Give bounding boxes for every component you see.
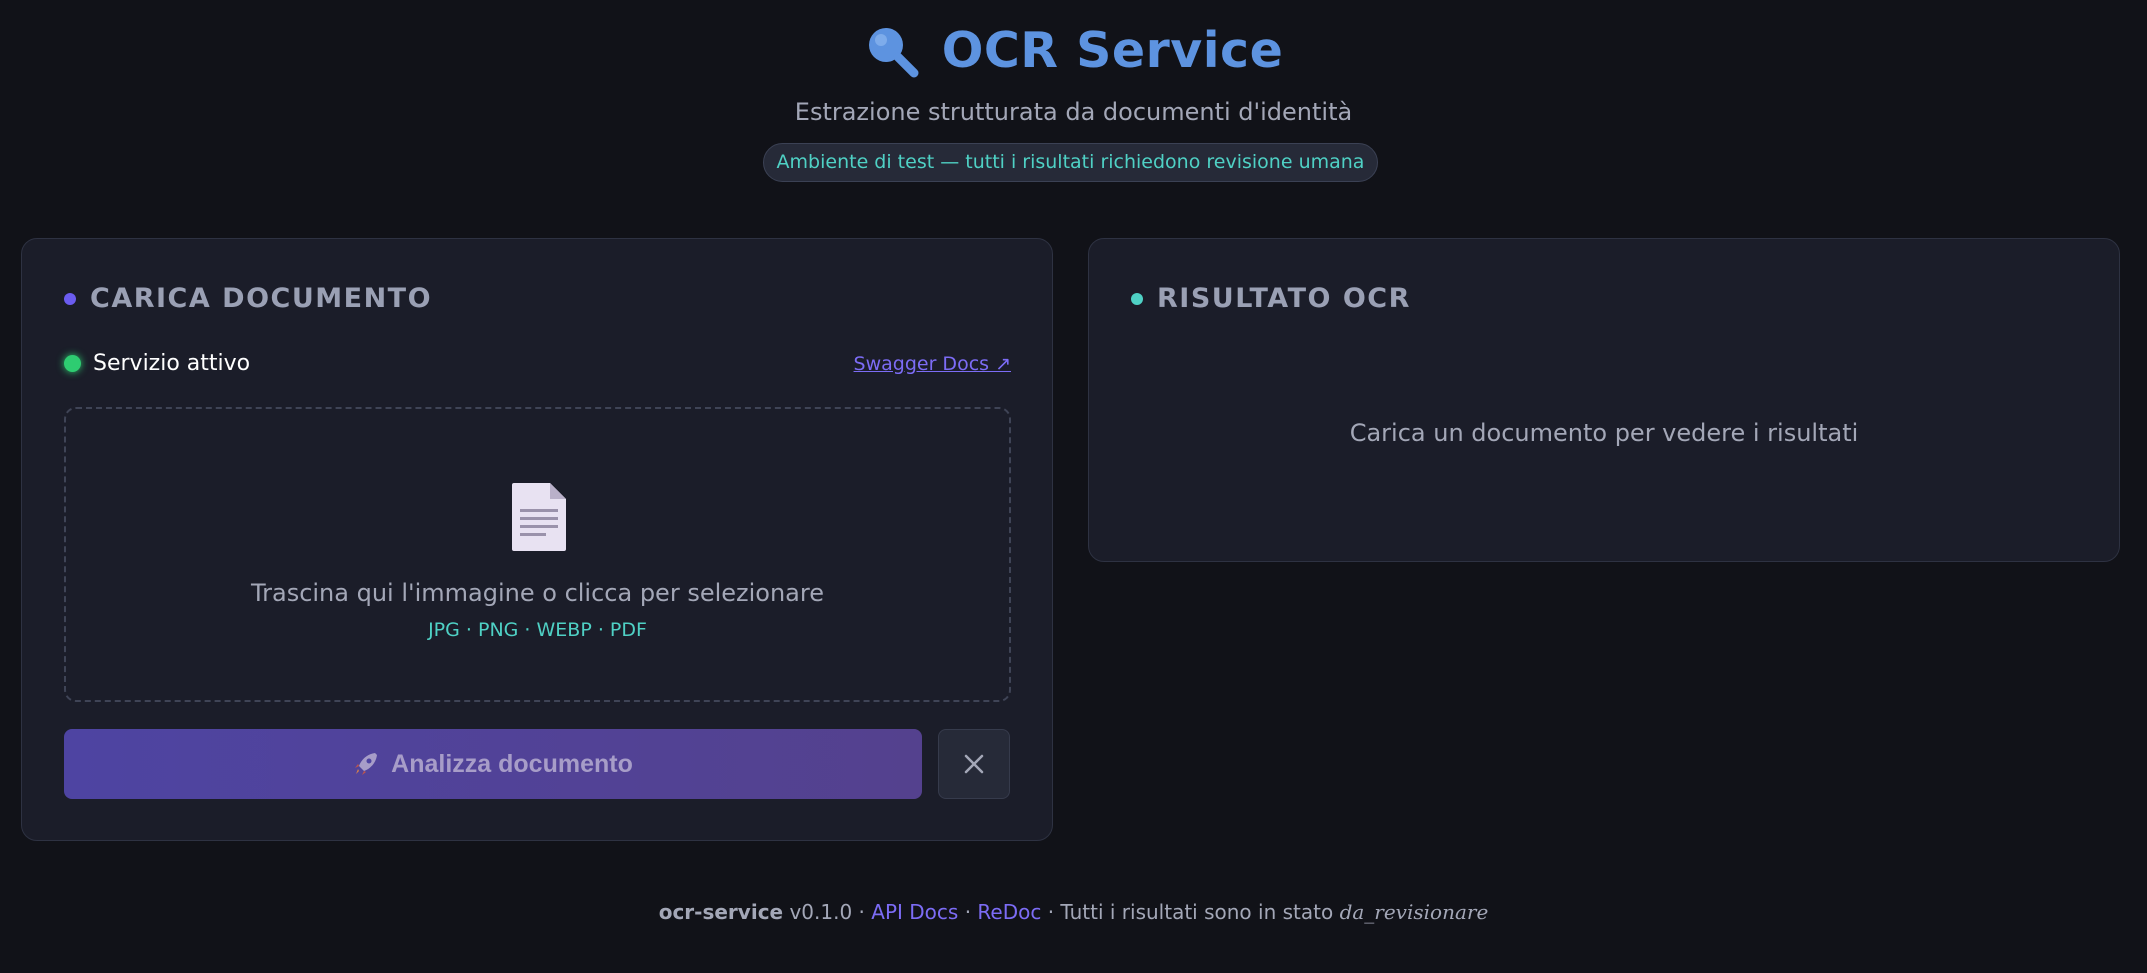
result-empty-message: Carica un documento per vedere i risulta… <box>1349 419 1859 447</box>
title-row: OCR Service <box>0 22 2147 79</box>
footer-separator: · <box>958 900 978 924</box>
result-panel-heading: RISULTATO OCR <box>1131 283 1411 314</box>
clear-button[interactable] <box>938 729 1010 799</box>
magnifier-icon <box>868 27 919 77</box>
upload-panel: CARICA DOCUMENTO Servizio attivo Swagger… <box>21 238 1053 841</box>
close-icon <box>964 754 984 774</box>
redoc-link[interactable]: ReDoc <box>977 900 1041 924</box>
result-panel-title: RISULTATO OCR <box>1157 283 1411 314</box>
document-icon <box>512 483 566 551</box>
page-subtitle: Estrazione strutturata da documenti d'id… <box>794 98 1353 126</box>
result-panel: RISULTATO OCR Carica un documento per ve… <box>1088 238 2120 562</box>
api-docs-link[interactable]: API Docs <box>871 900 958 924</box>
heading-dot-icon <box>64 292 76 305</box>
footer-state-value: da_revisionare <box>1339 900 1489 924</box>
status-text: Servizio attivo <box>93 351 251 376</box>
analyze-document-button[interactable]: Analizza documento <box>64 729 922 799</box>
swagger-docs-link[interactable]: Swagger Docs ↗ <box>854 353 1011 375</box>
analyze-button-label: Analizza documento <box>391 749 633 778</box>
status-indicator-icon <box>64 355 81 372</box>
environment-badge: Ambiente di test — tutti i risultati ric… <box>763 143 1378 182</box>
footer-separator: · <box>852 900 872 924</box>
footer-version: v0.1.0 <box>789 900 853 924</box>
heading-dot-icon <box>1131 292 1143 305</box>
page-footer: ocr-service v0.1.0 · API Docs · ReDoc · … <box>0 900 2147 924</box>
dropzone-formats: JPG · PNG · WEBP · PDF <box>428 619 647 641</box>
file-dropzone[interactable]: Trascina qui l'immagine o clicca per sel… <box>64 407 1011 702</box>
footer-app-name: ocr-service <box>658 900 784 924</box>
rocket-icon <box>355 753 378 775</box>
upload-panel-title: CARICA DOCUMENTO <box>90 283 433 314</box>
dropzone-instruction: Trascina qui l'immagine o clicca per sel… <box>250 579 824 607</box>
upload-panel-heading: CARICA DOCUMENTO <box>64 283 432 314</box>
page-title: OCR Service <box>941 22 1284 79</box>
footer-state-text: · Tutti i risultati sono in stato <box>1041 900 1340 924</box>
service-status: Servizio attivo <box>64 351 250 376</box>
